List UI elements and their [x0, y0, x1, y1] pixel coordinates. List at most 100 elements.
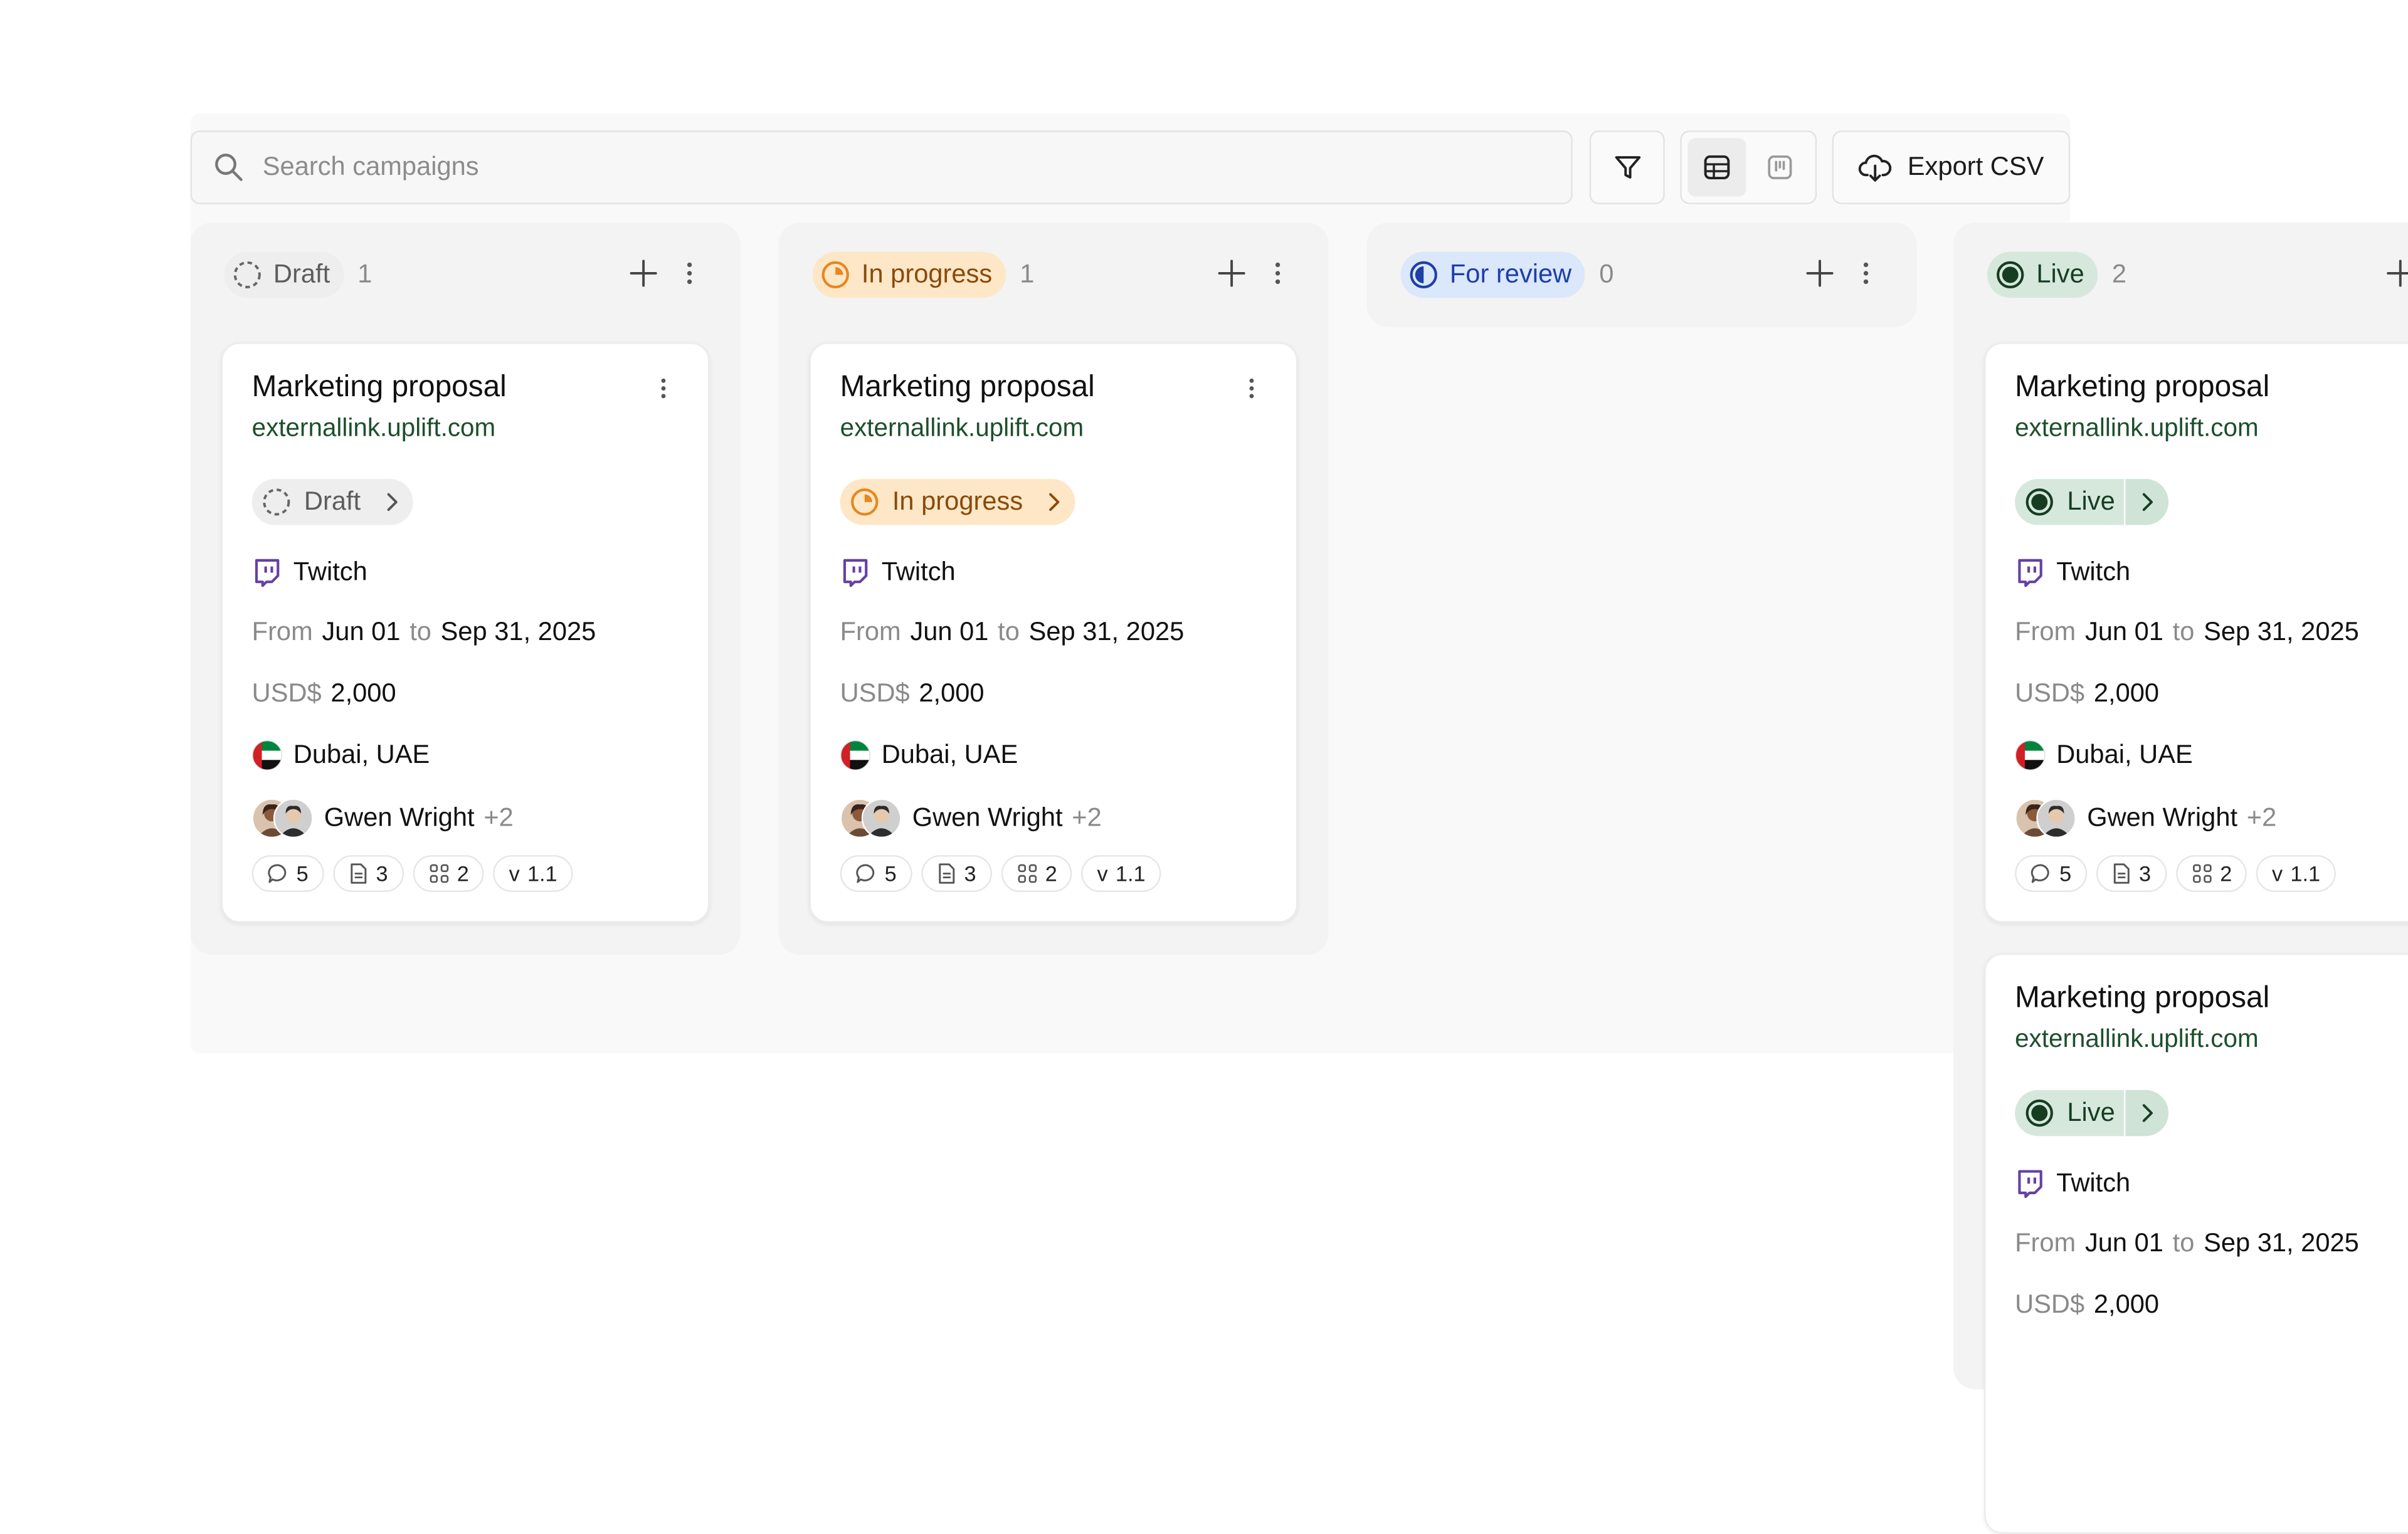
column-for-review: For review 0 [1366, 223, 1917, 327]
files-chip[interactable]: 3 [332, 855, 404, 892]
location-row: Dubai, UAE [252, 740, 430, 770]
version-number: 1.1 [527, 861, 557, 886]
file-icon [938, 863, 954, 884]
files-chip[interactable]: 3 [2096, 855, 2167, 892]
status-label: Live [2067, 1098, 2115, 1127]
version-chip[interactable]: v 1.1 [494, 855, 573, 892]
status-label: Draft [304, 486, 361, 516]
status-dropdown[interactable]: In progress [840, 479, 1075, 525]
team-row: Gwen Wright +2 [251, 798, 514, 839]
add-card-button[interactable] [2384, 256, 2408, 290]
components-chip[interactable]: 2 [412, 855, 485, 892]
card-link[interactable]: externallink.uplift.com [840, 414, 1084, 444]
card-more-button[interactable] [1241, 375, 1262, 402]
to-label: to [2172, 1228, 2195, 1258]
table-view-icon [1704, 155, 1730, 180]
filter-icon [1614, 156, 1640, 179]
from-label: From [2015, 617, 2076, 647]
currency-label: USD$ [2015, 1290, 2085, 1319]
status-dropdown[interactable]: Live [2015, 479, 2169, 525]
comment-icon [268, 864, 287, 883]
export-csv-button[interactable]: Export CSV [1832, 130, 2071, 204]
version-number: 1.1 [2290, 861, 2321, 886]
chevron-right-icon [1049, 493, 1060, 512]
search-input[interactable] [259, 150, 1494, 184]
column-draft: Draft 1 Marketing proposal externallink.… [190, 223, 741, 955]
column-more-button[interactable] [679, 256, 700, 290]
add-card-button[interactable] [1215, 256, 1249, 290]
status-dropdown[interactable]: Live [2015, 1090, 2169, 1137]
version-chip[interactable]: v 1.1 [2256, 855, 2336, 892]
status-badge: Draft [224, 251, 344, 298]
comment-icon [2030, 864, 2049, 883]
table-view-button[interactable] [1687, 138, 1746, 197]
campaign-card[interactable]: Marketing proposal externallink.uplift.c… [1984, 342, 2408, 923]
version-chip[interactable]: v 1.1 [1082, 855, 1161, 892]
comments-count: 5 [296, 861, 309, 886]
chevron-right-icon [2143, 493, 2153, 512]
meta-chips: 5 3 2 v 1.1 [840, 855, 1161, 892]
comments-chip[interactable]: 5 [251, 855, 324, 892]
column-header: In progress 1 [779, 223, 1329, 327]
platform-row: Twitch [2015, 557, 2130, 588]
components-chip[interactable]: 2 [2175, 855, 2247, 892]
column-count: 1 [1020, 259, 1035, 289]
board-view-button[interactable] [1751, 138, 1809, 196]
campaign-card[interactable]: Marketing proposal externallink.uplift.c… [809, 342, 1298, 923]
add-card-button[interactable] [1803, 256, 1837, 290]
budget-amount: 2,000 [330, 678, 396, 708]
date-range-row: From Jun 01 to Sep 31, 2025 [252, 617, 596, 648]
more-vertical-icon [1249, 378, 1254, 399]
card-link[interactable]: externallink.uplift.com [252, 414, 496, 444]
currency-label: USD$ [840, 678, 910, 708]
files-chip[interactable]: 3 [921, 855, 992, 892]
components-chip[interactable]: 2 [1000, 855, 1073, 892]
budget-row: USD$ 2,000 [252, 678, 396, 709]
to-date: Sep 31, 2025 [440, 617, 596, 647]
avatar [273, 798, 314, 839]
card-link[interactable]: externallink.uplift.com [2015, 414, 2259, 444]
card-title: Marketing proposal [2015, 980, 2270, 1015]
platform-name: Twitch [881, 557, 956, 587]
budget-row: USD$ 2,000 [840, 678, 985, 709]
live-status-icon [1997, 261, 2024, 289]
campaign-card[interactable]: Marketing proposal externallink.uplift.c… [1984, 953, 2408, 1534]
campaign-card[interactable]: Marketing proposal externallink.uplift.c… [221, 342, 710, 923]
live-status-icon [2025, 1099, 2053, 1127]
live-status-icon [2025, 488, 2053, 516]
budget-row: USD$ 2,000 [2015, 1290, 2159, 1320]
status-dropdown[interactable]: Draft [251, 479, 413, 525]
comments-chip[interactable]: 5 [840, 855, 912, 892]
from-label: From [2015, 1228, 2076, 1258]
platform-row: Twitch [252, 557, 367, 588]
column-title: Draft [273, 259, 330, 289]
platform-name: Twitch [2056, 557, 2131, 587]
column-more-button[interactable] [1855, 256, 1876, 290]
card-title: Marketing proposal [251, 370, 507, 404]
avatar [861, 798, 902, 839]
search-box[interactable] [190, 130, 1573, 204]
add-card-button[interactable] [626, 256, 660, 290]
plus-icon [2387, 260, 2408, 287]
from-date: Jun 01 [2084, 617, 2163, 647]
to-label: to [409, 617, 431, 647]
plus-icon [1806, 260, 1834, 287]
status-badge: For review [1400, 251, 1586, 298]
components-icon [1017, 864, 1037, 883]
board-view-icon [1768, 155, 1792, 179]
version-number: 1.1 [1115, 861, 1146, 886]
card-more-button[interactable] [653, 375, 674, 402]
column-header: Live 2 [1953, 223, 2408, 327]
plus-icon [1218, 260, 1245, 287]
filter-button[interactable] [1589, 130, 1665, 204]
column-count: 2 [2111, 259, 2127, 289]
column-header: For review 0 [1367, 223, 1917, 327]
platform-name: Twitch [2056, 1168, 2131, 1198]
column-more-button[interactable] [1267, 256, 1288, 290]
comments-chip[interactable]: 5 [2015, 855, 2087, 892]
team-row: Gwen Wright +2 [840, 798, 1102, 839]
extra-members: +2 [2246, 802, 2277, 833]
card-link[interactable]: externallink.uplift.com [2015, 1026, 2259, 1055]
twitch-icon [2018, 1170, 2042, 1199]
version-prefix: v [1097, 861, 1108, 886]
